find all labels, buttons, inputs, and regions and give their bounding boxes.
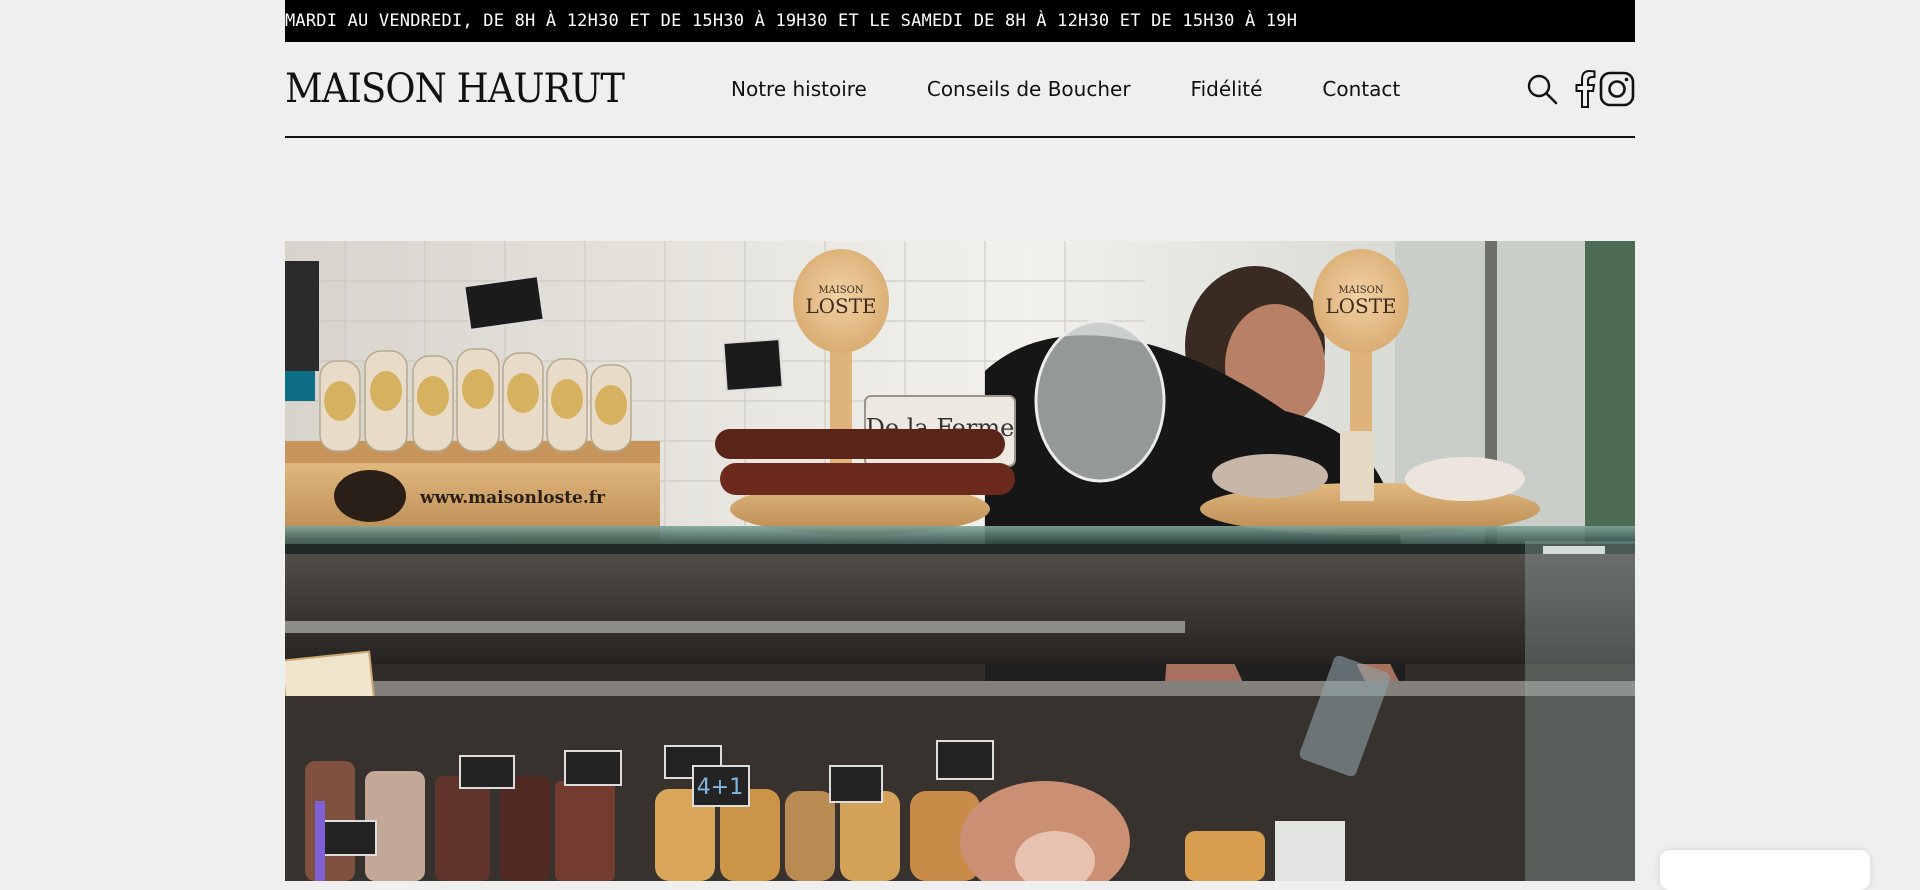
header-icons: [1525, 42, 1635, 136]
chat-widget[interactable]: [1660, 850, 1870, 890]
hero-image: www.maisonloste.fr MAISON LOSTE MAISON L…: [285, 241, 1635, 881]
butcher-counter-photo: www.maisonloste.fr MAISON LOSTE MAISON L…: [285, 241, 1635, 881]
nav-link-notre-histoire[interactable]: Notre histoire: [731, 77, 867, 101]
main-nav: Notre histoire Conseils de Boucher Fidél…: [731, 42, 1460, 136]
instagram-icon[interactable]: [1599, 71, 1635, 107]
sign-right-line2: LOSTE: [1325, 294, 1396, 318]
nav-link-conseils-de-boucher[interactable]: Conseils de Boucher: [927, 77, 1131, 101]
site-logo[interactable]: MAISON HAURUT: [285, 66, 625, 112]
announcement-text: MARDI AU VENDREDI, DE 8H À 12H30 ET DE 1…: [285, 11, 1298, 31]
nav-link-contact[interactable]: Contact: [1322, 77, 1400, 101]
search-icon[interactable]: [1525, 72, 1559, 106]
page-container: MARDI AU VENDREDI, DE 8H À 12H30 ET DE 1…: [285, 0, 1635, 881]
announcement-bar: MARDI AU VENDREDI, DE 8H À 12H30 ET DE 1…: [285, 0, 1635, 42]
sign-left-line2: LOSTE: [805, 294, 876, 318]
site-header: MAISON HAURUT Notre histoire Conseils de…: [285, 42, 1635, 138]
nav-link-fidelite[interactable]: Fidélité: [1191, 77, 1263, 101]
facebook-icon[interactable]: [1573, 70, 1597, 108]
crate-url-text: www.maisonloste.fr: [419, 488, 606, 508]
